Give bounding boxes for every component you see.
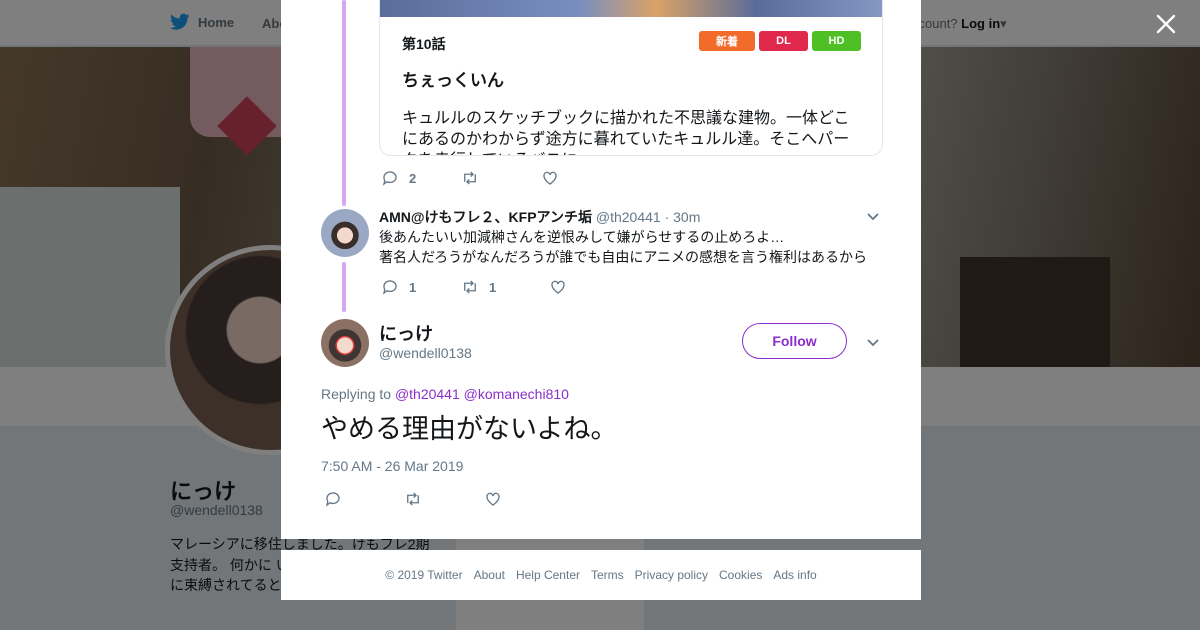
like-icon	[484, 490, 502, 508]
footer-cookies[interactable]: Cookies	[719, 568, 762, 582]
retweet-icon	[404, 490, 422, 508]
replying-label: Replying to	[321, 386, 392, 402]
like-action[interactable]	[541, 169, 569, 187]
replying-link-1[interactable]: @th20441	[395, 386, 460, 402]
follow-button[interactable]: Follow	[742, 323, 847, 359]
tweet-modal: 第10話 新着 DL HD ちぇっくいん キュルルのスケッチブックに描かれた不思…	[281, 0, 921, 539]
footer-privacy[interactable]: Privacy policy	[635, 568, 708, 582]
chevron-down-icon[interactable]	[865, 208, 881, 224]
tag-new: 新着	[699, 31, 755, 51]
footer-copyright: © 2019 Twitter	[385, 568, 463, 582]
retweet-count: 1	[489, 279, 497, 295]
footer-ads-info[interactable]: Ads info	[773, 568, 816, 582]
tag-hd: HD	[812, 31, 861, 51]
reply-avatar[interactable]	[321, 209, 369, 257]
tweet-actions-1: 2	[381, 169, 569, 187]
main-author-name[interactable]: にっけ	[379, 320, 433, 346]
retweet-icon	[461, 169, 479, 187]
main-tweet-avatar[interactable]	[321, 319, 369, 367]
replying-link-2[interactable]: @komanechi810	[464, 386, 569, 402]
reply-icon	[381, 278, 399, 296]
reply-body: 後あんたいい加減榊さんを逆恨みして嫌がらせするの止めろよ… 著名人だろうがなんだ…	[379, 227, 879, 267]
footer-about[interactable]: About	[474, 568, 505, 582]
tag-dl: DL	[759, 31, 808, 51]
reply-action[interactable]	[324, 490, 404, 508]
like-icon	[541, 169, 559, 187]
close-icon[interactable]	[1152, 10, 1180, 38]
main-tweet-text: やめる理由がないよね。	[321, 414, 618, 444]
retweet-action[interactable]	[404, 490, 484, 508]
reply-author-handle[interactable]: @th20441	[596, 209, 661, 225]
retweet-icon	[461, 278, 479, 296]
reply-icon	[324, 490, 342, 508]
card-image	[380, 0, 882, 17]
card-description: キュルルのスケッチブックに描かれた不思議な建物。一体どこにあるのかわからず途方に…	[402, 110, 850, 155]
card-title: ちぇっくいん	[402, 71, 504, 90]
card-episode: 第10話	[402, 36, 446, 52]
like-action[interactable]	[484, 490, 502, 508]
tweet-actions-main	[324, 490, 502, 508]
reply-action[interactable]: 2	[381, 169, 461, 187]
retweet-action[interactable]: 1	[461, 278, 549, 296]
card-tags: 新着 DL HD	[699, 31, 861, 51]
like-icon	[549, 278, 567, 296]
reply-line-2: 著名人だろうがなんだろうが誰でも自由にアニメの感想を言う権利はあるから	[379, 249, 868, 265]
reply-action[interactable]: 1	[381, 278, 461, 296]
chevron-down-icon[interactable]	[865, 334, 881, 350]
reply-author-name[interactable]: AMN@けもフレ２、KFPアンチ垢	[379, 209, 592, 225]
like-action[interactable]	[549, 278, 577, 296]
reply-time[interactable]: · 30m	[665, 209, 701, 225]
reply-count: 2	[409, 170, 417, 186]
reply-header: AMN@けもフレ２、KFPアンチ垢 @th20441 · 30m	[379, 207, 700, 227]
footer-help-center[interactable]: Help Center	[516, 568, 580, 582]
tweet-actions-2: 1 1	[381, 278, 577, 296]
thread-line-middle	[342, 262, 346, 312]
thread-line-top	[342, 0, 346, 206]
replying-to: Replying to @th20441 @komanechi810	[321, 386, 569, 402]
main-author-handle[interactable]: @wendell0138	[379, 345, 472, 361]
tweet-timestamp[interactable]: 7:50 AM - 26 Mar 2019	[321, 458, 463, 474]
reply-line-1: 後あんたいい加減榊さんを逆恨みして嫌がらせするの止めろよ…	[379, 229, 785, 245]
modal-footer: © 2019 Twitter About Help Center Terms P…	[281, 550, 921, 600]
footer-terms[interactable]: Terms	[591, 568, 624, 582]
link-card[interactable]: 第10話 新着 DL HD ちぇっくいん キュルルのスケッチブックに描かれた不思…	[379, 0, 883, 156]
reply-count: 1	[409, 279, 417, 295]
reply-icon	[381, 169, 399, 187]
retweet-action[interactable]	[461, 169, 541, 187]
